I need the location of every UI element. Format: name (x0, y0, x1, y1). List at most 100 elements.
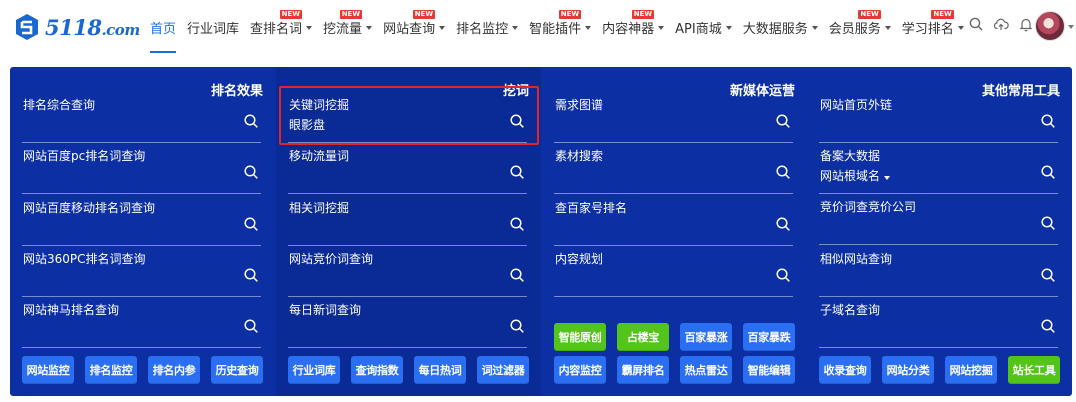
tool-button[interactable]: 百家暴涨 (680, 323, 732, 351)
nav-item-label: 挖流量 (323, 21, 363, 37)
tool-button[interactable]: 热点雷达 (680, 356, 732, 384)
field-label: 内容规划 (555, 252, 604, 266)
nav-item-1[interactable]: 行业词库 (187, 0, 239, 54)
tool-button[interactable]: 站长工具 (1008, 356, 1060, 384)
search-icon[interactable] (775, 216, 791, 232)
search-field[interactable]: 每日新词查询 (288, 298, 527, 348)
search-field[interactable]: 相似网站查询 (819, 247, 1058, 297)
field-label: 竞价词查竞价公司 (820, 200, 917, 214)
nav-item-9[interactable]: 大数据服务 (743, 0, 818, 54)
search-icon[interactable] (243, 164, 259, 180)
top-navbar: 5118.com 首页 行业词库 查排名词 NEW 挖流量 NEW 网站查询 NEW 排名监控 智… (0, 0, 1076, 54)
field-label: 备案大数据 (820, 149, 881, 163)
search-icon[interactable] (509, 164, 525, 180)
new-badge: NEW (858, 10, 881, 19)
nav-item-8[interactable]: API商城 (675, 0, 732, 54)
search-icon[interactable] (243, 267, 259, 283)
search-field[interactable]: 需求图谱 (554, 93, 793, 143)
tool-button[interactable]: 网站监控 (22, 356, 74, 384)
search-field[interactable]: 竞价词查竞价公司 (819, 195, 1058, 245)
search-icon[interactable] (243, 318, 259, 334)
search-field[interactable]: 内容规划 (554, 247, 793, 297)
search-icon[interactable] (1040, 267, 1056, 283)
avatar-dropdown-icon[interactable] (1068, 25, 1074, 29)
tool-button[interactable]: 每日热词 (414, 356, 466, 384)
new-badge: NEW (558, 10, 582, 19)
search-icon[interactable] (509, 318, 525, 334)
bell-icon[interactable] (1018, 16, 1034, 32)
tool-button[interactable]: 智能原创 (554, 323, 606, 351)
nav-item-6[interactable]: 智能插件 NEW (529, 0, 592, 54)
nav-item-label: 首页 (150, 21, 177, 37)
tool-button[interactable]: 智能编辑 (743, 356, 795, 384)
search-icon[interactable] (1040, 215, 1056, 231)
field-label: 网站首页外链 (820, 98, 893, 112)
search-field[interactable]: 查百家号排名 (554, 196, 793, 246)
field-label: 素材搜索 (555, 149, 604, 163)
tool-column-0: 排名效果 排名综合查询 网站百度pc排名词查询 网站百度移动排名词查询 网站360PC排… (10, 67, 275, 396)
search-icon[interactable] (775, 164, 791, 180)
search-field[interactable]: 网站首页外链 (819, 93, 1058, 143)
search-field[interactable]: 网站神马排名查询 (22, 298, 261, 348)
chevron-down-icon (306, 25, 313, 30)
tool-button[interactable]: 查询指数 (351, 356, 403, 384)
tool-column-3: 其他常用工具 网站首页外链 备案大数据 网站根域名 竞价词查竞价公司 相似网站查询 子域名查… (807, 67, 1072, 396)
nav-item-3[interactable]: 挖流量 NEW (323, 0, 373, 54)
search-icon[interactable] (775, 267, 791, 283)
tool-button[interactable]: 排名内参 (148, 356, 200, 384)
search-icon[interactable] (1040, 318, 1056, 334)
field-label: 网站竞价词查询 (289, 252, 374, 266)
search-field[interactable]: 排名综合查询 (22, 93, 261, 143)
search-icon[interactable] (509, 216, 525, 232)
tool-button[interactable]: 词过滤器 (477, 356, 529, 384)
search-field[interactable]: 网站竞价词查询 (288, 247, 527, 297)
tool-button[interactable]: 霸屏排名 (617, 356, 669, 384)
chevron-down-icon (366, 25, 373, 30)
field-input-value[interactable]: 网站根域名 (820, 167, 891, 184)
search-icon[interactable] (968, 16, 984, 32)
search-field[interactable]: 子域名查询 (819, 298, 1058, 348)
search-field[interactable]: 网站百度移动排名词查询 (22, 196, 261, 246)
chevron-down-icon (439, 25, 446, 30)
search-icon[interactable] (1040, 164, 1056, 180)
chevron-down-icon (512, 25, 519, 30)
search-field[interactable]: 备案大数据网站根域名 (819, 144, 1058, 194)
nav-item-2[interactable]: 查排名词 NEW (250, 0, 313, 54)
tool-button[interactable]: 收录查询 (819, 356, 871, 384)
chevron-down-icon (658, 25, 665, 30)
nav-item-0[interactable]: 首页 (150, 0, 177, 54)
nav-item-7[interactable]: 内容神器 NEW (602, 0, 665, 54)
search-icon[interactable] (243, 113, 259, 129)
search-field[interactable]: 移动流量词 (288, 144, 527, 194)
search-field[interactable]: 相关词挖掘 (288, 196, 527, 246)
search-icon[interactable] (775, 113, 791, 129)
tool-button[interactable]: 排名监控 (85, 356, 137, 384)
search-field[interactable]: 素材搜索 (554, 144, 793, 194)
search-icon[interactable] (1040, 113, 1056, 129)
nav-item-4[interactable]: 网站查询 NEW (383, 0, 446, 54)
nav-item-5[interactable]: 排名监控 (456, 0, 519, 54)
tool-button[interactable]: 行业词库 (288, 356, 340, 384)
tool-button[interactable]: 历史查询 (211, 356, 263, 384)
nav-item-10[interactable]: 会员服务 NEW (829, 0, 891, 54)
field-label: 网站百度移动排名词查询 (23, 201, 156, 215)
avatar[interactable] (1035, 11, 1065, 41)
logo[interactable]: 5118.com (12, 12, 140, 42)
tool-button[interactable]: 网站分类 (882, 356, 934, 384)
search-field[interactable]: 网站360PC排名词查询 (22, 247, 261, 297)
search-icon[interactable] (509, 267, 525, 283)
tool-button[interactable]: 内容监控 (554, 356, 606, 384)
new-badge: NEW (631, 10, 655, 19)
tool-button[interactable]: 百家暴跌 (743, 323, 795, 351)
main-menu: 首页 行业词库 查排名词 NEW 挖流量 NEW 网站查询 NEW 排名监控 智能插件 NEW 内容神… (150, 0, 975, 54)
search-icon[interactable] (243, 216, 259, 232)
chevron-down-icon[interactable] (884, 176, 891, 180)
nav-item-11[interactable]: 学习排名 NEW (902, 0, 964, 54)
search-field[interactable]: 网站百度pc排名词查询 (22, 144, 261, 194)
field-label: 网站360PC排名词查询 (23, 252, 146, 266)
field-label: 子域名查询 (820, 303, 881, 317)
tool-button[interactable]: 网站挖掘 (945, 356, 997, 384)
tool-button[interactable]: 占楼宝 (617, 323, 669, 351)
button-row: 内容监控 霸屏排名 热点雷达 智能编辑 (554, 356, 795, 384)
cloud-upload-icon[interactable] (993, 16, 1009, 32)
